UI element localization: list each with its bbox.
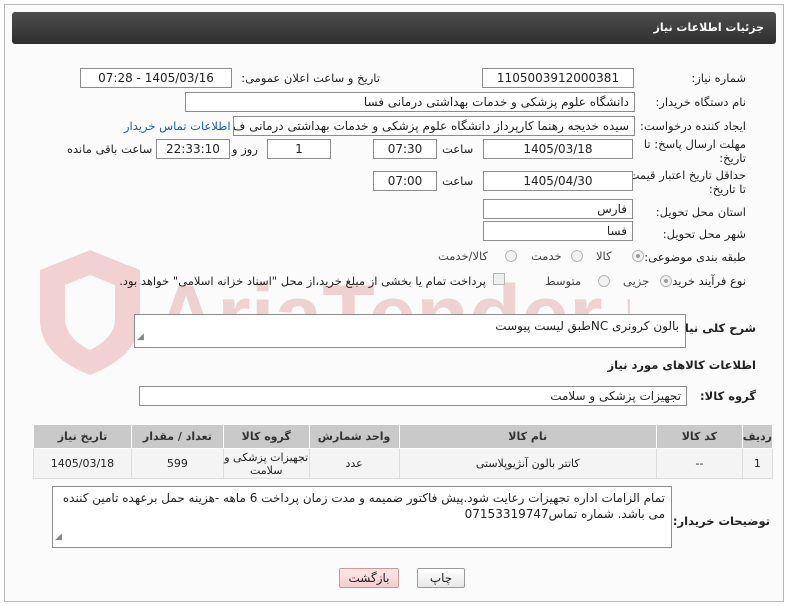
goods-group-field: تجهیزات پزشکی و سلامت (139, 386, 687, 406)
category-label: طبقه بندی موضوعی: (644, 250, 746, 264)
category-option-service: خدمت (531, 249, 562, 263)
cell-name: کاتتر بالون آنژیوپلاستی (398, 448, 657, 479)
description-text: بالون کرونری NCطبق لیست پیوست (495, 319, 679, 333)
cell-qty: 599 (130, 448, 224, 479)
page-header: جزئیات اطلاعات نیاز (12, 12, 776, 44)
creator-label: ایجاد کننده درخواست: (640, 119, 746, 133)
buyer-org-label: نام دستگاه خریدار: (655, 95, 746, 109)
validity-date-field: 1405/04/30 (483, 171, 633, 191)
col-qty: تعداد / مقدار (130, 424, 224, 449)
deadline-label-2: تاریخ: (719, 151, 746, 165)
cell-group: تجهیزات پزشکی و سلامت (222, 448, 310, 479)
cell-date: 1405/03/18 (33, 448, 132, 479)
print-button[interactable]: چاپ (417, 568, 465, 588)
col-row: ردیف (741, 424, 774, 449)
col-code: کد کالا (655, 424, 743, 449)
category-option-both: کالا/خدمت (438, 249, 489, 263)
cell-unit: عدد (308, 448, 400, 479)
process-option-medium: متوسط (545, 274, 582, 288)
col-name: نام کالا (398, 424, 657, 449)
treasury-payment-note: پرداخت تمام یا بخشی از مبلغ خرید،از محل … (119, 274, 486, 288)
validity-label-2: تا تاریخ: (708, 182, 746, 196)
validity-label: حداقل تاریخ اعتبار قیمت: (624, 168, 746, 182)
buyer-notes-field: تمام الزامات اداره تجهیزات رعایت شود.پیش… (52, 486, 672, 548)
announce-field: 1405/03/16 - 07:28 (80, 68, 232, 88)
category-radio-both[interactable] (505, 250, 517, 262)
buyer-notes-text: تمام الزامات اداره تجهیزات رعایت شود.پیش… (62, 491, 665, 521)
resize-grip-icon[interactable]: ◢ (55, 529, 62, 545)
deadline-time-label: ساعت (442, 142, 474, 156)
cell-row: 1 (741, 448, 774, 479)
process-radio-minor[interactable] (660, 275, 672, 287)
validity-time-label: ساعت (442, 174, 474, 188)
table-header-row: ردیف کد کالا نام کالا واحد شمارش گروه کا… (33, 424, 774, 449)
col-unit: واحد شمارش (308, 424, 400, 449)
creator-field: سیده خدیجه رهنما کارپرداز دانشگاه علوم پ… (233, 116, 635, 136)
province-field: فارس (483, 199, 633, 219)
page-title: جزئیات اطلاعات نیاز (653, 21, 765, 34)
buyer-org-field: دانشگاه علوم پزشکی و خدمات بهداشتی درمان… (185, 92, 635, 112)
treasury-payment-checkbox[interactable] (493, 273, 505, 285)
validity-time-field: 07:00 (373, 171, 437, 191)
process-option-minor: جزیی (623, 274, 650, 288)
table-row[interactable]: 1 -- کاتتر بالون آنژیوپلاستی عدد تجهیزات… (33, 448, 774, 479)
announce-label: تاریخ و ساعت اعلان عمومی: (241, 71, 380, 85)
city-label: شهر محل تحویل: (662, 227, 746, 241)
col-date: تاریخ نیاز (33, 424, 132, 449)
category-radio-goods[interactable] (632, 250, 644, 262)
items-table: ردیف کد کالا نام کالا واحد شمارش گروه کا… (33, 424, 774, 479)
province-label: استان محل تحویل: (655, 205, 746, 219)
need-number-label: شماره نیاز: (691, 71, 746, 85)
process-label: نوع فرآیند خرید : (664, 274, 746, 288)
remaining-days-field: 1 (267, 139, 331, 159)
category-option-goods: کالا (596, 249, 612, 263)
remaining-time-field: 22:33:10 (156, 139, 230, 159)
description-field: بالون کرونری NCطبق لیست پیوست ◢ (134, 314, 686, 348)
need-number-field: 1105003912000381 (482, 68, 634, 88)
deadline-label: مهلت ارسال پاسخ: تا (643, 137, 746, 151)
goods-group-label: گروه کالا: (700, 389, 756, 403)
deadline-date-field: 1405/03/18 (483, 139, 633, 159)
deadline-time-field: 07:30 (373, 139, 437, 159)
cell-code: -- (655, 448, 743, 479)
remaining-time-label: ساعت باقی مانده (67, 142, 153, 156)
col-group: گروه کالا (222, 424, 310, 449)
remaining-days-label: روز و (232, 142, 258, 156)
process-radio-medium[interactable] (598, 275, 610, 287)
buyer-notes-label: توضیحات خریدار: (672, 514, 770, 528)
buyer-contact-link[interactable]: اطلاعات تماس خریدار (124, 119, 231, 133)
goods-section-title: اطلاعات کالاهای مورد نیاز (607, 358, 756, 372)
city-field: فسا (483, 221, 633, 241)
back-button[interactable]: بازگشت (339, 568, 399, 588)
category-radio-service[interactable] (571, 250, 583, 262)
resize-grip-icon[interactable]: ◢ (137, 329, 144, 345)
description-label: شرح کلی نیاز: (673, 321, 756, 335)
